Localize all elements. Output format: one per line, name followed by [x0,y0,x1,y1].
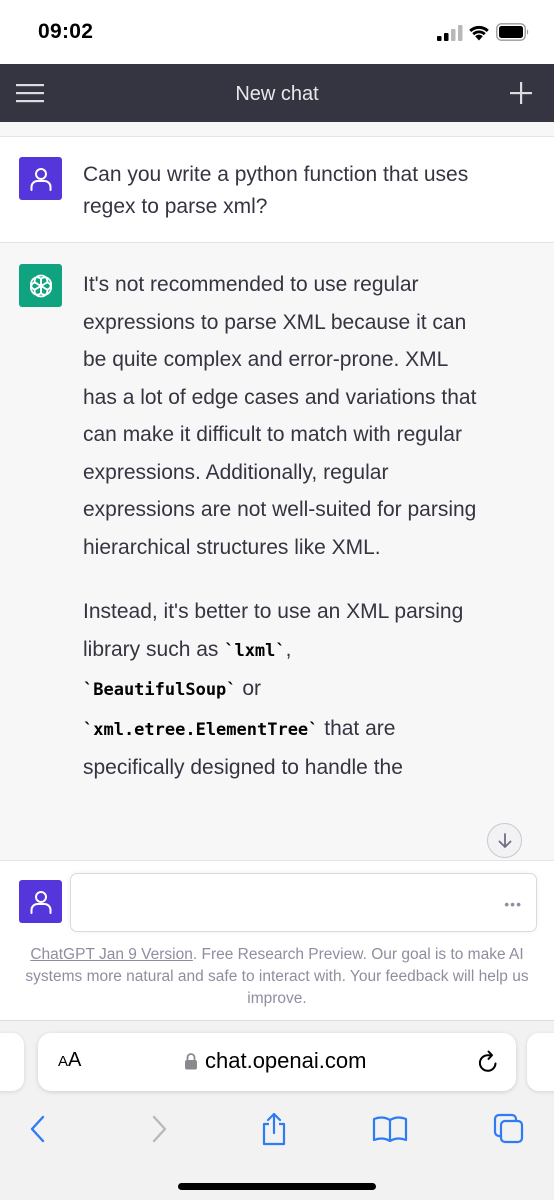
message-input[interactable] [71,874,536,931]
inline-code: `BeautifulSoup` [83,680,237,700]
assistant-paragraph: It's not recommended to use regular expr… [83,273,477,559]
user-message-text: Can you write a python function that use… [83,163,469,218]
forward-button[interactable] [141,1111,177,1147]
inline-code: `xml.etree.ElementTree` [83,719,319,740]
disclaimer: ChatGPT Jan 9 Version. Free Research Pre… [14,944,540,1010]
aa-small-label: A [58,1053,69,1070]
reload-icon[interactable] [475,1048,501,1076]
ellipsis-icon: ••• [504,896,522,912]
tabs-button[interactable] [491,1111,527,1147]
previous-tab-peek[interactable] [0,1033,24,1091]
chevron-right-icon [152,1115,167,1143]
composer: ••• ChatGPT Jan 9 Version. Free Research… [0,860,554,1020]
wifi-icon [469,25,489,41]
address-bar[interactable]: AA chat.openai.com [38,1033,516,1091]
assistant-paragraph: Instead, it's better to use an XML parsi… [83,593,483,787]
paragraph-text: , [285,637,292,661]
battery-icon [496,23,529,41]
user-message: Can you write a python function that use… [0,137,554,243]
tabs-icon [493,1113,524,1144]
home-indicator [178,1183,376,1190]
message-input-box[interactable]: ••• [70,873,537,932]
assistant-avatar [19,264,62,307]
paragraph-text: or [236,677,262,700]
cellular-signal-icon [437,25,463,41]
user-avatar [19,157,62,200]
lock-icon [185,1053,197,1070]
arrow-down-icon [498,832,511,848]
chat-thread[interactable]: Can you write a python function that use… [0,137,554,860]
status-bar: 09:02 [0,0,554,64]
url-text[interactable]: chat.openai.com [205,1048,366,1074]
assistant-message-text: It's not recommended to use regular expr… [83,266,483,814]
inline-code: `lxml` [224,640,286,661]
app-header: New chat [0,64,554,122]
user-avatar [19,880,62,923]
share-button[interactable] [256,1111,292,1147]
share-icon [262,1112,286,1146]
user-icon [30,167,51,191]
header-separator [0,122,554,137]
browser-toolbar: AA chat.openai.com [0,1020,554,1200]
page-title: New chat [235,83,319,105]
user-icon [30,890,51,914]
book-icon [372,1116,408,1143]
chevron-left-icon [30,1115,45,1143]
next-tab-peek[interactable] [527,1033,554,1091]
aa-large-label: A [68,1049,82,1071]
version-link[interactable]: ChatGPT Jan 9 Version [30,946,193,963]
bookmarks-button[interactable] [372,1111,408,1147]
status-time: 09:02 [38,20,94,43]
new-chat-plus-icon[interactable] [506,77,536,109]
scroll-to-bottom-button[interactable] [487,823,522,858]
openai-logo-icon [27,273,54,298]
reader-settings-button[interactable]: AA [58,1049,81,1072]
back-button[interactable] [20,1111,56,1147]
